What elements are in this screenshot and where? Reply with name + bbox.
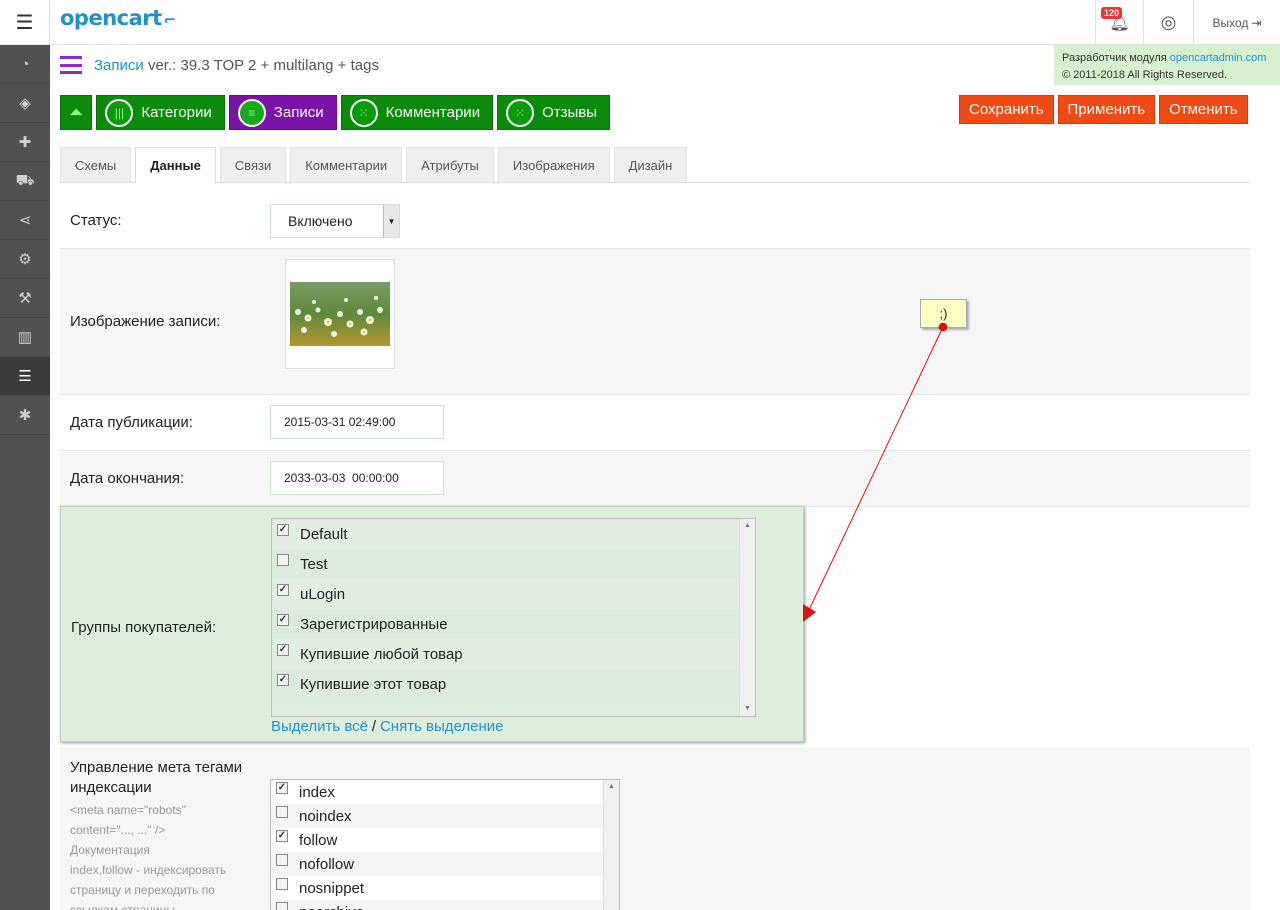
note-anchor-dot [938, 322, 948, 332]
note-text: ;) [939, 306, 948, 321]
annotation-arrow [803, 326, 944, 622]
